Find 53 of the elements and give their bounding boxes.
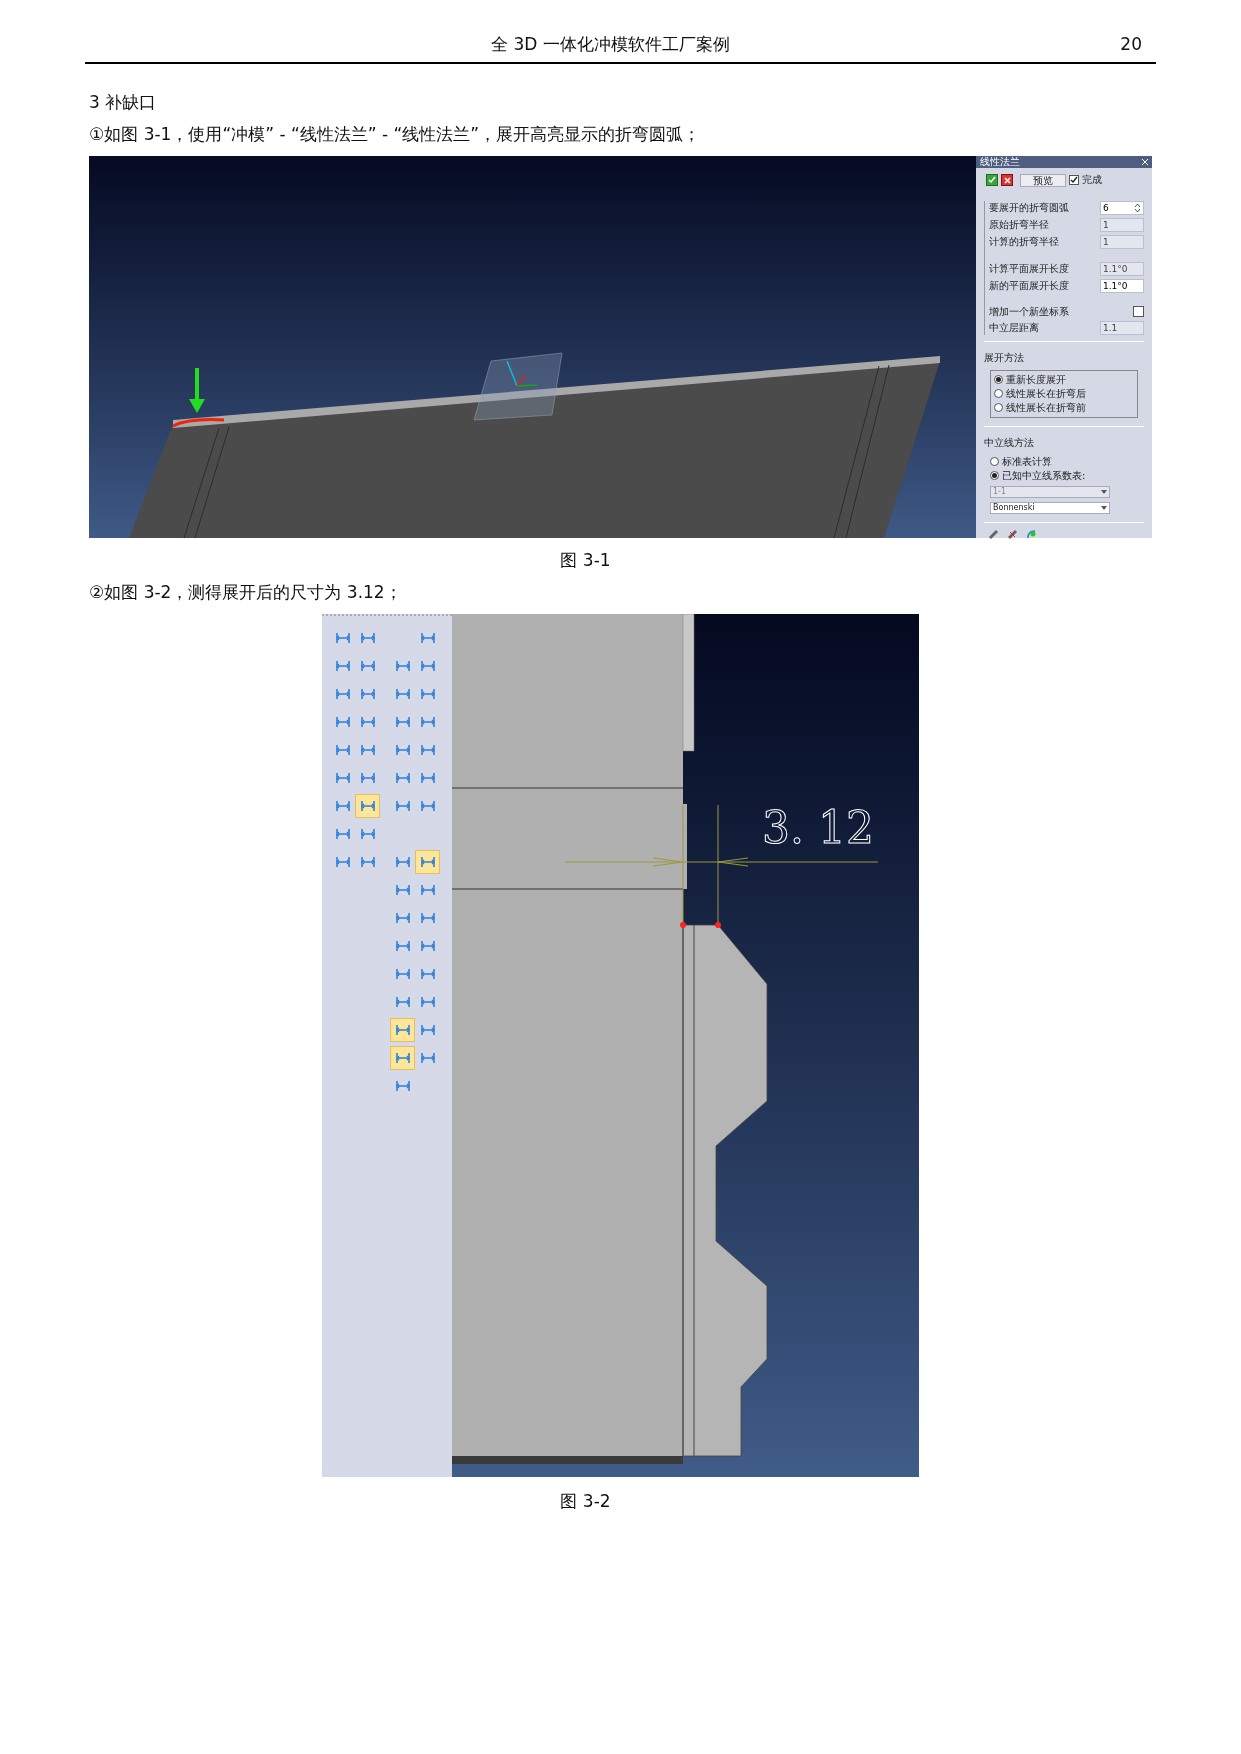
axis-widget bbox=[506, 359, 538, 387]
group-title: 中立线方法 bbox=[984, 436, 1034, 448]
page-number: 20 bbox=[1119, 33, 1143, 56]
figure-caption: 图 3-2 bbox=[560, 1489, 611, 1513]
preview-button[interactable]: 预览 bbox=[1020, 173, 1066, 187]
radio-button[interactable] bbox=[994, 403, 1003, 412]
close-icon[interactable] bbox=[1142, 158, 1148, 165]
clip-icon[interactable] bbox=[988, 528, 999, 540]
dialog-title: 线性法兰 bbox=[980, 155, 1020, 168]
clip-icon[interactable] bbox=[1007, 528, 1018, 540]
radio-label: 线性展长在折弯后 bbox=[1006, 387, 1086, 400]
dropdown[interactable]: Bonnenski bbox=[990, 501, 1110, 514]
group-title: 展开方法 bbox=[984, 351, 1024, 363]
tool-icon[interactable] bbox=[390, 1017, 415, 1042]
radio-button[interactable] bbox=[994, 375, 1003, 384]
checkbox[interactable] bbox=[1069, 175, 1079, 185]
down-arrow-icon bbox=[189, 367, 205, 413]
input-field[interactable]: 6 bbox=[1100, 200, 1144, 215]
tool-icon[interactable] bbox=[390, 1045, 415, 1070]
field-label: 要展开的折弯圆弧 bbox=[989, 201, 1069, 214]
field-label: 计算平面展开长度 bbox=[989, 262, 1069, 275]
field-label: 中立层距离 bbox=[989, 321, 1039, 334]
point-marker bbox=[680, 921, 686, 928]
field-label: 计算的折弯半径 bbox=[989, 235, 1059, 248]
radio-label: 线性展长在折弯前 bbox=[1006, 401, 1086, 414]
field-label: 增加一个新坐标系 bbox=[989, 305, 1069, 318]
arrow-icon[interactable] bbox=[1026, 528, 1037, 540]
radio-button[interactable] bbox=[990, 457, 999, 466]
input-field[interactable]: 1.1°0 bbox=[1100, 278, 1144, 293]
spinner-icon[interactable] bbox=[1134, 202, 1141, 213]
caret-icon bbox=[1101, 505, 1107, 510]
ok-button[interactable] bbox=[986, 174, 998, 186]
dimension-value: 3. 12 bbox=[762, 803, 874, 852]
field-label: 原始折弯半径 bbox=[989, 218, 1049, 231]
point-marker bbox=[715, 921, 721, 928]
header-title: 全 3D 一体化冲模软件工厂案例 bbox=[491, 33, 730, 56]
paragraph: ①如图 3-1，使用“冲模” - “线性法兰” - “线性法兰”，展开高亮显示的折弯圆弧； bbox=[89, 122, 702, 146]
highlighted-arc bbox=[172, 417, 225, 427]
figure-caption: 图 3-1 bbox=[560, 548, 611, 572]
cancel-button[interactable] bbox=[1001, 174, 1013, 186]
checkbox[interactable] bbox=[1133, 306, 1144, 317]
field-label: 新的平面展开长度 bbox=[989, 279, 1069, 292]
caret-icon bbox=[1101, 489, 1107, 494]
tool-icon[interactable] bbox=[355, 793, 380, 818]
checkbox-label: 完成 bbox=[1082, 174, 1102, 186]
radio-label: 标准表计算 bbox=[1002, 455, 1052, 468]
radio-button[interactable] bbox=[994, 389, 1003, 398]
paragraph: ②如图 3-2，测得展开后的尺寸为 3.12； bbox=[89, 580, 403, 604]
radio-button[interactable] bbox=[990, 471, 999, 480]
tool-icon[interactable] bbox=[415, 849, 440, 874]
section-title: 3 补缺口 bbox=[89, 90, 158, 114]
radio-label: 已知中立线系数表: bbox=[1002, 469, 1086, 482]
radio-label: 重新长度展开 bbox=[1006, 373, 1066, 386]
